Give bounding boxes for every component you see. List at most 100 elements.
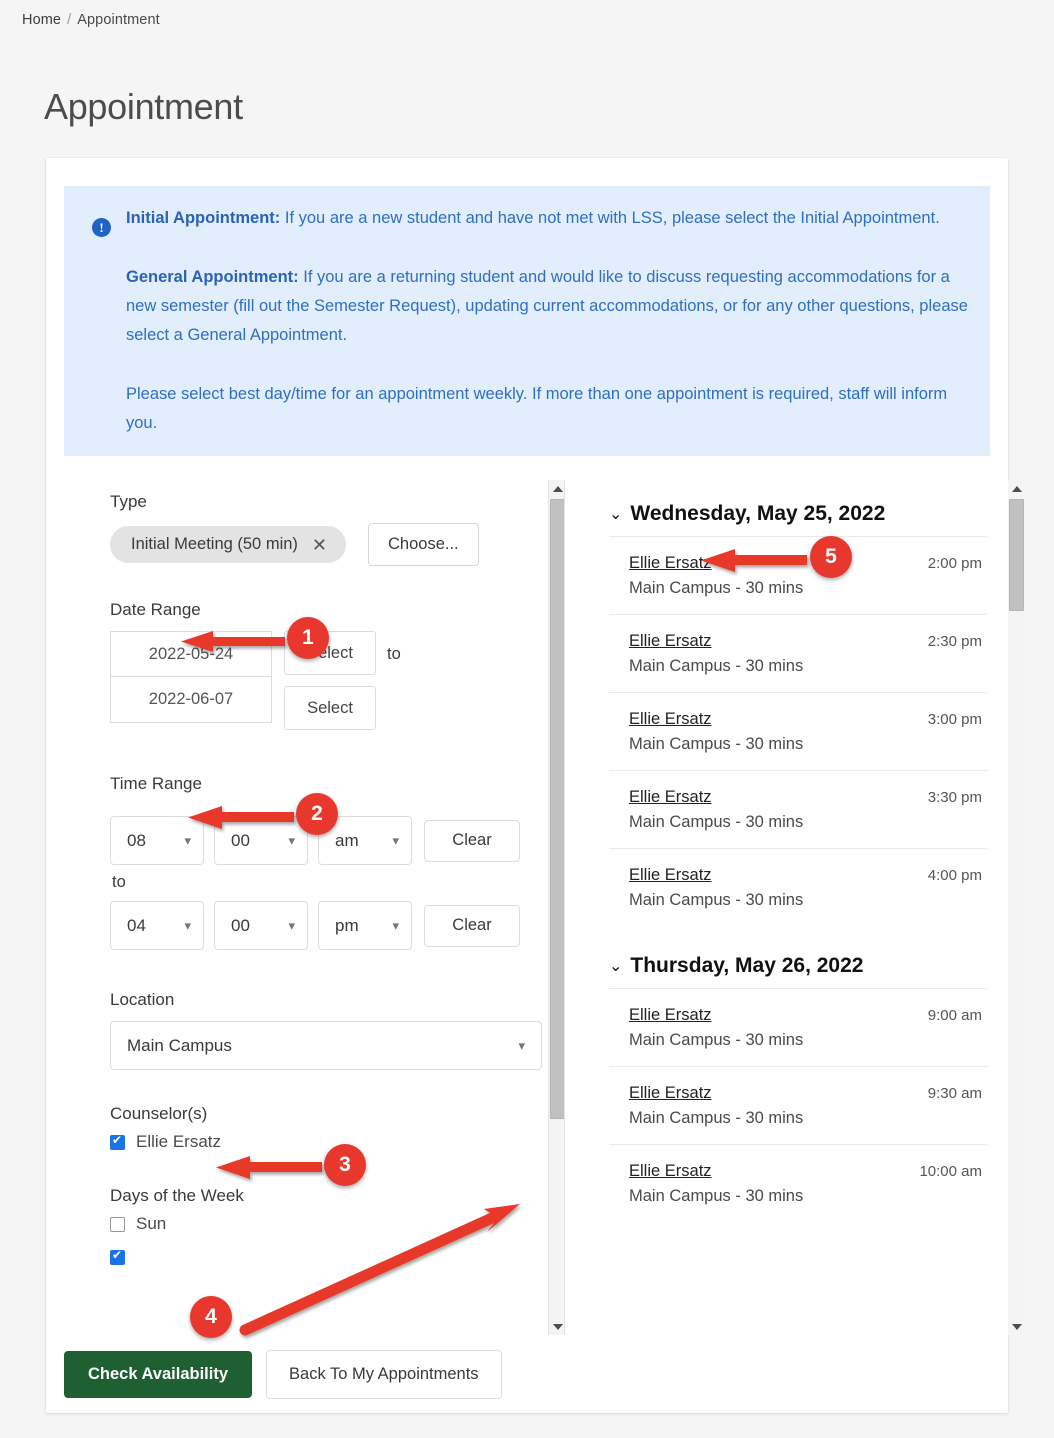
slot-item[interactable]: Ellie Ersatz Main Campus - 30 mins 2:00 … bbox=[609, 536, 988, 614]
day-header-wednesday[interactable]: ⌄ Wednesday, May 25, 2022 bbox=[609, 502, 988, 526]
choose-type-button[interactable]: Choose... bbox=[368, 523, 479, 566]
chevron-down-icon: ▾ bbox=[288, 917, 295, 933]
scroll-down-arrow-icon[interactable] bbox=[1008, 1318, 1025, 1335]
slot-item[interactable]: Ellie Ersatz Main Campus - 30 mins 2:30 … bbox=[609, 614, 988, 692]
close-icon[interactable]: ✕ bbox=[312, 536, 327, 554]
chevron-down-icon: ⌄ bbox=[609, 506, 623, 523]
day-header-label: Wednesday, May 25, 2022 bbox=[630, 502, 886, 525]
day-checkbox-partial[interactable] bbox=[110, 1248, 125, 1265]
day-header-thursday[interactable]: ⌄ Thursday, May 26, 2022 bbox=[609, 954, 988, 978]
info-bold-initial: Initial Appointment: bbox=[126, 209, 281, 227]
time-range-to-label: to bbox=[112, 873, 126, 891]
slot-meta: Main Campus - 30 mins bbox=[629, 891, 804, 909]
check-availability-button[interactable]: Check Availability bbox=[64, 1351, 253, 1398]
counselor-name: Ellie Ersatz bbox=[136, 1132, 222, 1151]
page-title: Appointment bbox=[44, 86, 243, 128]
counselor-checkbox[interactable] bbox=[110, 1133, 125, 1150]
day-checkbox-row-partial[interactable] bbox=[110, 1248, 544, 1265]
counselors-label: Counselor(s) bbox=[110, 1104, 208, 1123]
time-end-hour-select[interactable]: 04 ▾ bbox=[110, 901, 204, 950]
location-select[interactable]: Main Campus ▾ bbox=[110, 1021, 542, 1070]
breadcrumb-home-link[interactable]: Home bbox=[22, 12, 61, 28]
chevron-down-icon: ▾ bbox=[518, 1037, 525, 1053]
date-range-to-label: to bbox=[387, 644, 401, 663]
date-range-section: Date Range 2022-05-24 Select to 2022-06-… bbox=[110, 600, 544, 730]
counselors-section: Counselor(s) Ellie Ersatz bbox=[110, 1104, 544, 1152]
date-end-select-button[interactable]: Select bbox=[284, 686, 376, 730]
time-range-section: Time Range 08 ▾ 00 ▾ am ▾ Clear to 04 ▾ … bbox=[110, 774, 544, 950]
day-checkbox-sun[interactable] bbox=[110, 1216, 125, 1232]
slot-meta: Main Campus - 30 mins bbox=[629, 735, 804, 753]
time-start-hour-select[interactable]: 08 ▾ bbox=[110, 816, 204, 865]
time-end-clear-button[interactable]: Clear bbox=[424, 904, 520, 947]
day-header-label: Thursday, May 26, 2022 bbox=[630, 954, 864, 977]
location-section: Location Main Campus ▾ bbox=[110, 990, 544, 1070]
info-bold-general: General Appointment: bbox=[126, 268, 299, 286]
day-label-sun: Sun bbox=[136, 1214, 167, 1233]
location-value: Main Campus bbox=[127, 1035, 232, 1055]
info-banner: ! Initial Appointment: If you are a new … bbox=[64, 186, 990, 456]
time-start-hour-value: 08 bbox=[127, 830, 146, 850]
left-scrollbar-thumb[interactable] bbox=[550, 499, 565, 1119]
time-range-label: Time Range bbox=[110, 774, 202, 793]
info-text-initial: If you are a new student and have not me… bbox=[280, 209, 940, 227]
slot-meta: Main Campus - 30 mins bbox=[629, 579, 804, 597]
breadcrumb-separator: / bbox=[67, 12, 72, 28]
results-list: ⌄ Wednesday, May 25, 2022 Ellie Ersatz M… bbox=[565, 480, 1008, 1222]
day-checkbox-row-sun[interactable]: Sun bbox=[110, 1214, 544, 1234]
counselor-checkbox-row[interactable]: Ellie Ersatz bbox=[110, 1132, 544, 1152]
right-scrollbar-thumb[interactable] bbox=[1009, 499, 1024, 611]
time-start-meridiem-value: am bbox=[335, 830, 359, 850]
slot-item[interactable]: Ellie Ersatz Main Campus - 30 mins 3:00 … bbox=[609, 692, 988, 770]
slot-meta: Main Campus - 30 mins bbox=[629, 1031, 804, 1049]
time-start-row: 08 ▾ 00 ▾ am ▾ Clear bbox=[110, 816, 544, 865]
info-circle-icon: ! bbox=[92, 218, 111, 237]
slot-time: 2:00 pm bbox=[927, 555, 982, 572]
slot-time: 3:30 pm bbox=[927, 789, 982, 806]
slot-meta: Main Campus - 30 mins bbox=[629, 1187, 804, 1205]
type-label: Type bbox=[110, 492, 147, 511]
scroll-up-arrow-icon[interactable] bbox=[1008, 480, 1025, 497]
chevron-down-icon: ⌄ bbox=[609, 958, 623, 975]
slot-meta: Main Campus - 30 mins bbox=[629, 1109, 804, 1127]
time-start-minute-select[interactable]: 00 ▾ bbox=[214, 816, 308, 865]
chevron-down-icon: ▾ bbox=[288, 832, 295, 848]
slot-meta: Main Campus - 30 mins bbox=[629, 813, 804, 831]
breadcrumb-current: Appointment bbox=[77, 12, 160, 28]
type-section: Type Initial Meeting (50 min) ✕ Choose..… bbox=[110, 492, 544, 566]
chevron-down-icon: ▾ bbox=[184, 832, 191, 848]
type-chip[interactable]: Initial Meeting (50 min) ✕ bbox=[110, 526, 346, 563]
slot-time: 10:00 am bbox=[919, 1163, 982, 1180]
slot-time: 2:30 pm bbox=[927, 633, 982, 650]
time-start-minute-value: 00 bbox=[231, 830, 250, 850]
slot-item[interactable]: Ellie Ersatz Main Campus - 30 mins 9:00 … bbox=[609, 988, 988, 1066]
location-label: Location bbox=[110, 990, 175, 1009]
time-start-clear-button[interactable]: Clear bbox=[424, 819, 520, 862]
date-start-input[interactable]: 2022-05-24 bbox=[110, 631, 272, 677]
time-end-meridiem-select[interactable]: pm ▾ bbox=[318, 901, 412, 950]
slot-item[interactable]: Ellie Ersatz Main Campus - 30 mins 9:30 … bbox=[609, 1066, 988, 1144]
appointment-card: ! Initial Appointment: If you are a new … bbox=[46, 158, 1025, 1413]
slot-item[interactable]: Ellie Ersatz Main Campus - 30 mins 4:00 … bbox=[609, 848, 988, 926]
time-start-meridiem-select[interactable]: am ▾ bbox=[318, 816, 412, 865]
time-end-minute-value: 00 bbox=[231, 915, 250, 935]
right-pane-scrollbar[interactable] bbox=[1008, 480, 1025, 1335]
slot-item[interactable]: Ellie Ersatz Main Campus - 30 mins 10:00… bbox=[609, 1144, 988, 1222]
slot-item[interactable]: Ellie Ersatz Main Campus - 30 mins 3:30 … bbox=[609, 770, 988, 848]
days-of-week-label: Days of the Week bbox=[110, 1186, 244, 1205]
back-to-appointments-button[interactable]: Back To My Appointments bbox=[266, 1350, 502, 1399]
form-actions: Check Availability Back To My Appointmen… bbox=[64, 1350, 502, 1399]
date-end-input[interactable]: 2022-06-07 bbox=[110, 677, 272, 723]
time-end-minute-select[interactable]: 00 ▾ bbox=[214, 901, 308, 950]
info-paragraph-general: General Appointment: If you are a return… bbox=[126, 263, 970, 350]
date-range-label: Date Range bbox=[110, 600, 201, 619]
left-pane-scrollbar[interactable] bbox=[548, 480, 565, 1335]
info-paragraph-note: Please select best day/time for an appoi… bbox=[126, 385, 948, 432]
breadcrumb: Home / Appointment bbox=[22, 12, 160, 28]
date-start-select-button[interactable]: Select bbox=[284, 631, 376, 675]
slot-time: 4:00 pm bbox=[927, 867, 982, 884]
chevron-down-icon: ▾ bbox=[392, 832, 399, 848]
availability-results-pane: ⌄ Wednesday, May 25, 2022 Ellie Ersatz M… bbox=[564, 480, 1008, 1335]
days-of-week-section: Days of the Week Sun bbox=[110, 1186, 544, 1265]
slot-time: 9:00 am bbox=[927, 1007, 982, 1024]
